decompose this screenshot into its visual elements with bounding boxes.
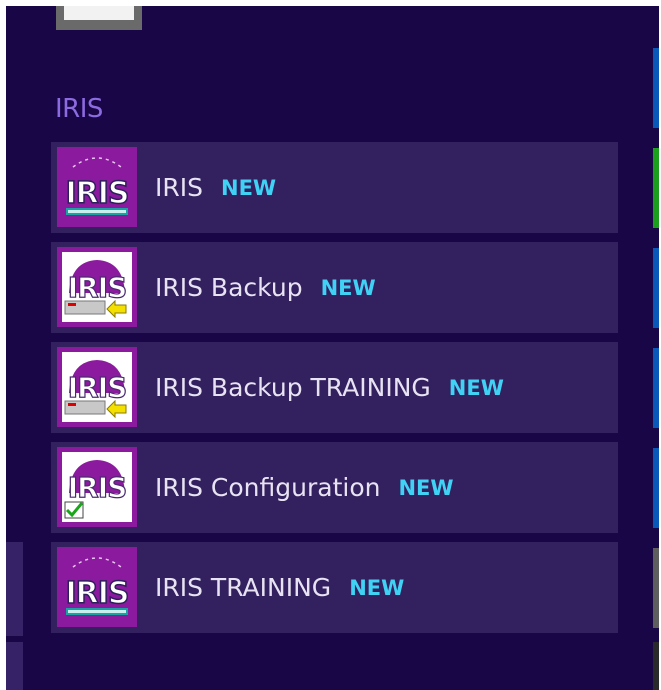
app-item-iris[interactable]: IRIS IRIS NEW — [51, 142, 618, 233]
iris-logo-icon: IRIS — [57, 147, 137, 227]
new-badge: NEW — [221, 175, 277, 200]
new-badge: NEW — [349, 575, 405, 600]
left-edge-tile[interactable] — [6, 542, 23, 636]
app-item-iris-configuration[interactable]: IRIS IRIS Configuration NEW — [51, 442, 618, 533]
right-edge-tile[interactable] — [653, 248, 659, 328]
new-badge: NEW — [320, 275, 376, 300]
partial-app-tile-icon — [64, 6, 134, 20]
svg-text:IRIS: IRIS — [68, 471, 127, 504]
right-edge-tile[interactable] — [653, 448, 659, 528]
app-label: IRIS Backup TRAINING — [155, 373, 431, 402]
svg-text:IRIS: IRIS — [65, 576, 128, 611]
iris-logo-icon: IRIS — [57, 547, 137, 627]
new-badge: NEW — [398, 475, 454, 500]
app-item-iris-backup-training[interactable]: IRIS IRIS Backup TRAINING NEW — [51, 342, 618, 433]
new-badge: NEW — [448, 375, 504, 400]
iris-configuration-icon: IRIS — [57, 447, 137, 527]
group-title[interactable]: IRIS — [55, 94, 103, 124]
partial-app-tile[interactable] — [56, 6, 142, 30]
app-item-iris-backup[interactable]: IRIS IRIS Backup NEW — [51, 242, 618, 333]
right-edge-tile[interactable] — [653, 48, 659, 128]
svg-text:IRIS: IRIS — [68, 371, 127, 404]
right-edge-tile[interactable] — [653, 642, 659, 690]
app-item-iris-training[interactable]: IRIS IRIS TRAINING NEW — [51, 542, 618, 633]
svg-text:IRIS: IRIS — [68, 271, 127, 304]
left-edge-tile[interactable] — [6, 642, 23, 690]
app-label: IRIS Configuration — [155, 473, 381, 502]
right-edge-tile[interactable] — [653, 548, 659, 628]
start-screen: IRIS IRIS IRIS NEW IRIS IRIS Backup NEW … — [6, 6, 659, 690]
app-label: IRIS TRAINING — [155, 573, 332, 602]
right-edge-tile[interactable] — [653, 148, 659, 228]
svg-text:IRIS: IRIS — [65, 176, 128, 211]
iris-backup-icon: IRIS — [57, 347, 137, 427]
right-edge-tile[interactable] — [653, 348, 659, 428]
app-label: IRIS — [155, 173, 203, 202]
iris-backup-icon: IRIS — [57, 247, 137, 327]
app-label: IRIS Backup — [155, 273, 303, 302]
